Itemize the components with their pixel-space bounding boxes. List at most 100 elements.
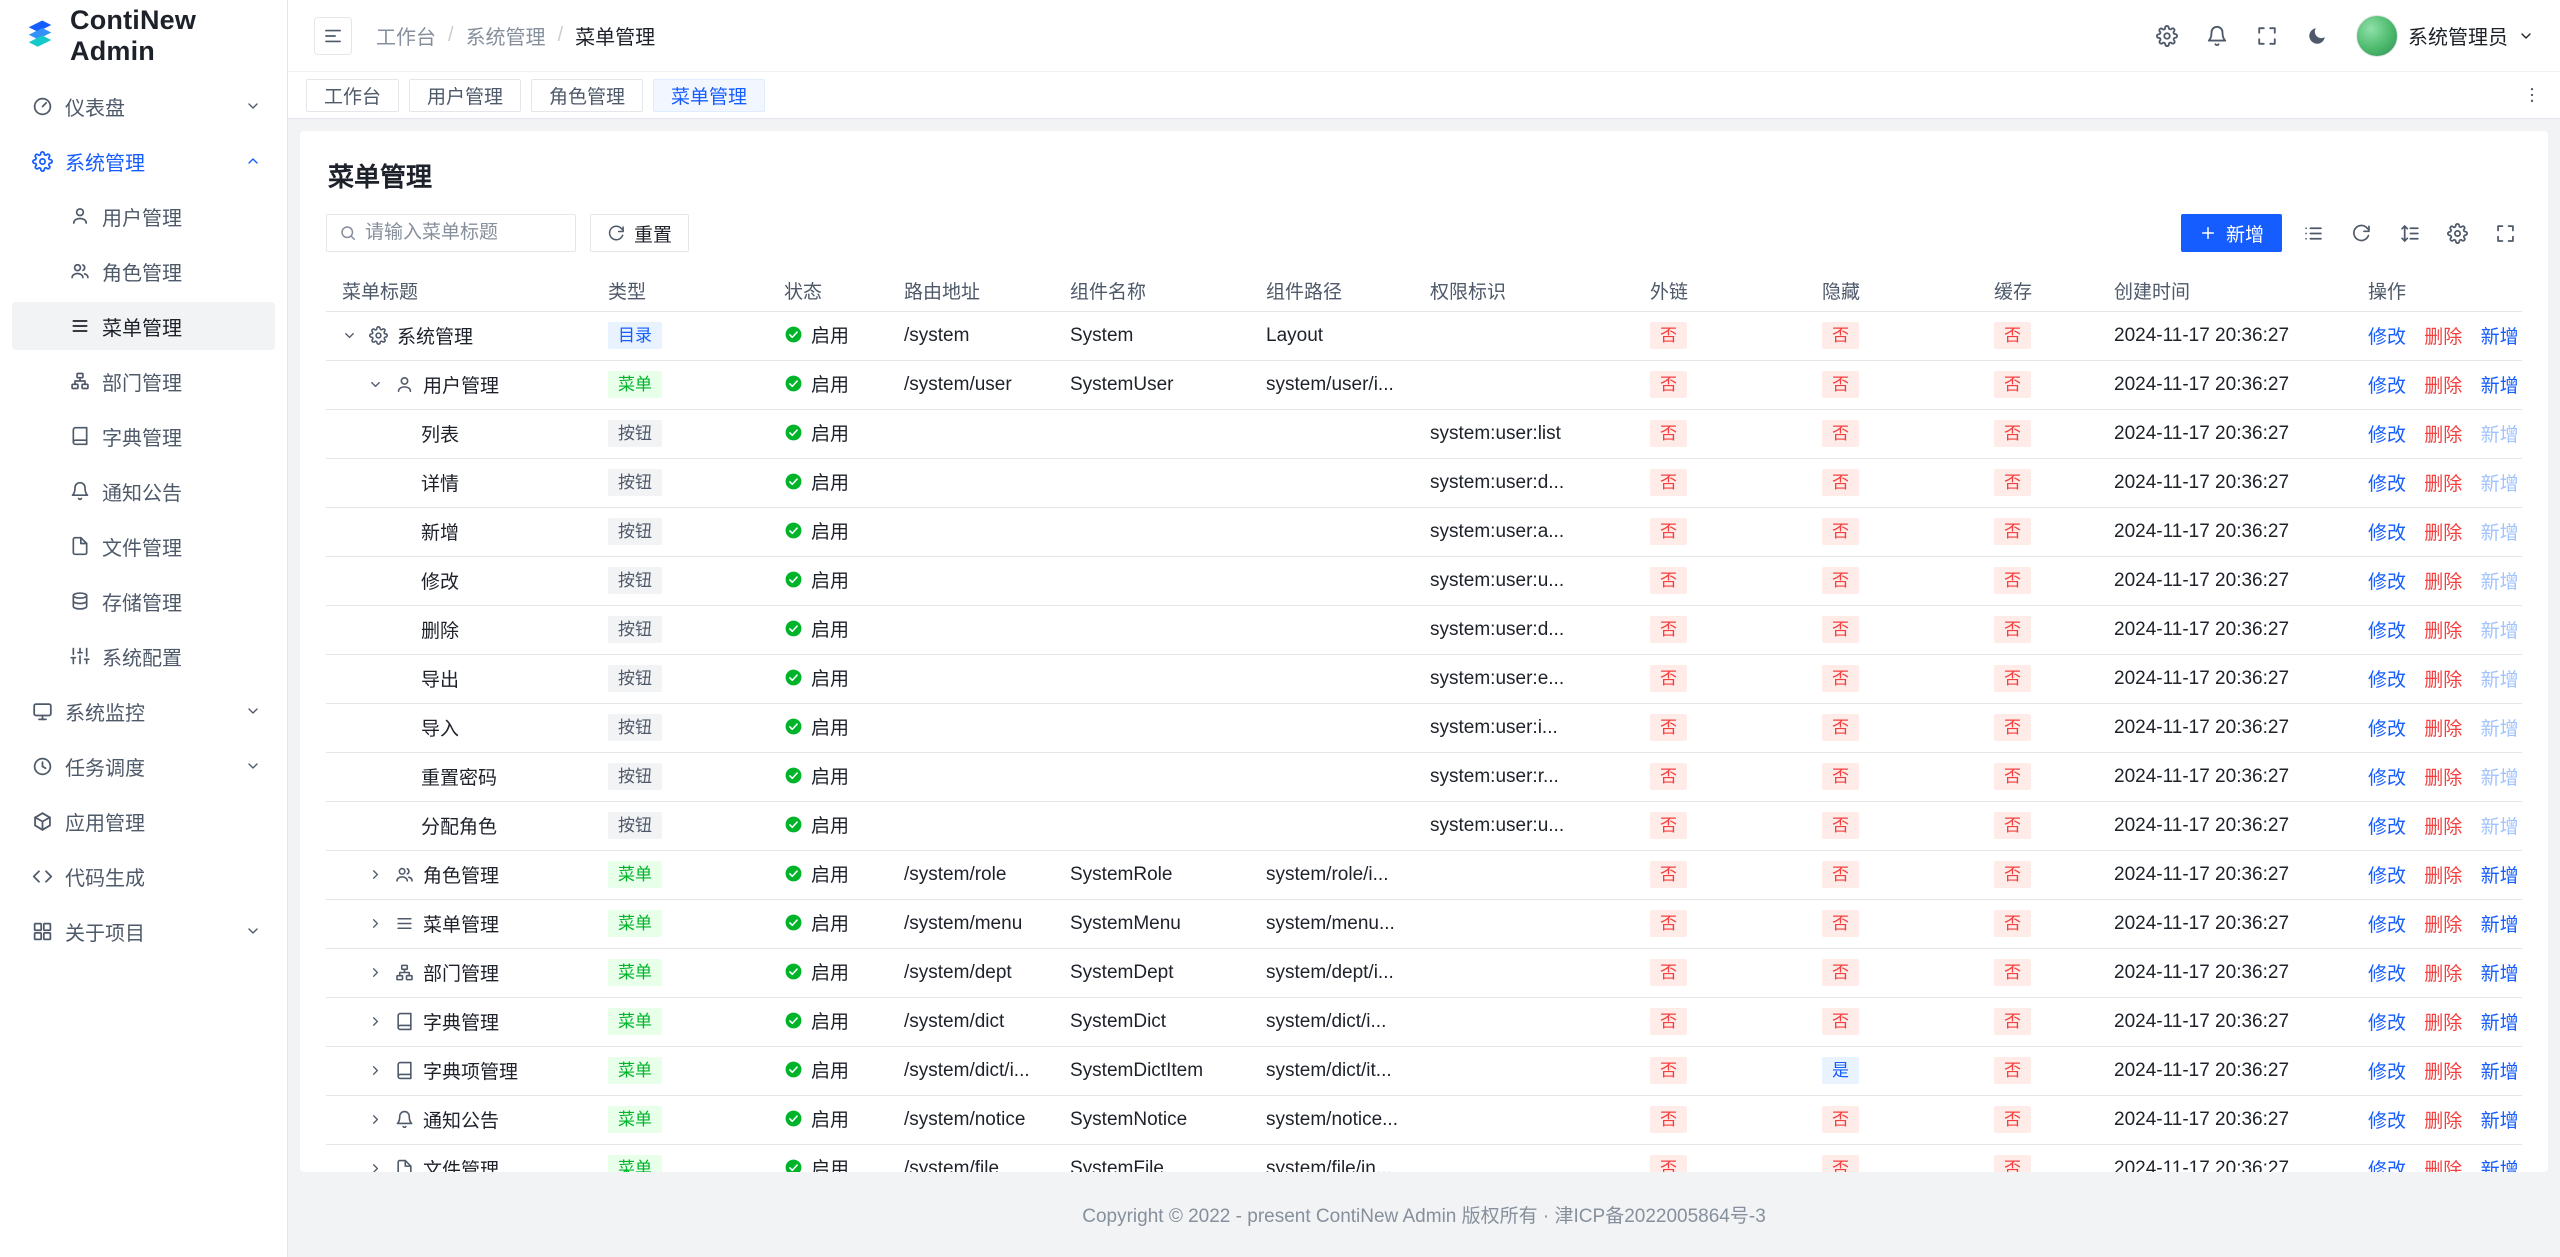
edit-link[interactable]: 修改: [2368, 327, 2406, 348]
sidebar-subitem-dict[interactable]: 字典管理: [12, 412, 275, 460]
delete-link[interactable]: 删除: [2424, 523, 2462, 544]
yes-no-badge: 否: [1650, 322, 1687, 349]
fullscreen-button[interactable]: [2256, 25, 2278, 47]
list-view-button[interactable]: [2296, 216, 2330, 250]
row-height-button[interactable]: [2392, 216, 2426, 250]
delete-link[interactable]: 删除: [2424, 817, 2462, 838]
reset-button[interactable]: 重置: [590, 214, 689, 252]
add-link[interactable]: 新增: [2481, 866, 2519, 887]
delete-link[interactable]: 删除: [2424, 572, 2462, 593]
sidebar-item-dashboard[interactable]: 仪表盘: [12, 82, 275, 130]
edit-link[interactable]: 修改: [2368, 1013, 2406, 1034]
delete-link[interactable]: 删除: [2424, 327, 2462, 348]
sidebar-item-codegen[interactable]: 代码生成: [12, 852, 275, 900]
add-link[interactable]: 新增: [2481, 376, 2519, 397]
sidebar-subitem-notice[interactable]: 通知公告: [12, 467, 275, 515]
edit-link[interactable]: 修改: [2368, 1111, 2406, 1132]
delete-link[interactable]: 删除: [2424, 621, 2462, 642]
add-link[interactable]: 新增: [2481, 1111, 2519, 1132]
yes-no-badge: 否: [1994, 567, 2031, 594]
sidebar-item-monitor[interactable]: 系统监控: [12, 687, 275, 735]
column-settings-button[interactable]: [2440, 216, 2474, 250]
table-fullscreen-button[interactable]: [2488, 216, 2522, 250]
breadcrumb-item[interactable]: 菜单管理: [575, 21, 655, 50]
edit-link[interactable]: 修改: [2368, 1160, 2406, 1172]
menu-item-icon: [369, 326, 388, 345]
bell-icon: [2206, 25, 2228, 47]
sidebar-item-app[interactable]: 应用管理: [12, 797, 275, 845]
sidebar-subitem-file[interactable]: 文件管理: [12, 522, 275, 570]
route-cell: /system/dict/i...: [888, 1046, 1054, 1095]
sidebar-item-schedule[interactable]: 任务调度: [12, 742, 275, 790]
edit-link[interactable]: 修改: [2368, 376, 2406, 397]
edit-link[interactable]: 修改: [2368, 915, 2406, 936]
row-expander-icon[interactable]: [368, 916, 395, 931]
delete-link[interactable]: 删除: [2424, 719, 2462, 740]
sidebar-subitem-menu[interactable]: 菜单管理: [12, 302, 275, 350]
row-expander-icon[interactable]: [342, 328, 369, 343]
edit-link[interactable]: 修改: [2368, 670, 2406, 691]
search-input[interactable]: [365, 222, 563, 244]
breadcrumb-item[interactable]: 系统管理: [466, 21, 546, 50]
add-link[interactable]: 新增: [2481, 1160, 2519, 1172]
delete-link[interactable]: 删除: [2424, 376, 2462, 397]
edit-link[interactable]: 修改: [2368, 621, 2406, 642]
add-link[interactable]: 新增: [2481, 915, 2519, 936]
settings-icon-button[interactable]: [2156, 25, 2178, 47]
edit-link[interactable]: 修改: [2368, 1062, 2406, 1083]
sidebar-subitem-user[interactable]: 用户管理: [12, 192, 275, 240]
sidebar-subitem-dept[interactable]: 部门管理: [12, 357, 275, 405]
edit-link[interactable]: 修改: [2368, 523, 2406, 544]
add-link[interactable]: 新增: [2481, 964, 2519, 985]
delete-link[interactable]: 删除: [2424, 964, 2462, 985]
row-expander-icon[interactable]: [368, 965, 395, 980]
sidebar-collapse-button[interactable]: [314, 17, 352, 55]
edit-link[interactable]: 修改: [2368, 719, 2406, 740]
dark-mode-moon-button[interactable]: [2306, 25, 2328, 47]
add-link[interactable]: 新增: [2481, 327, 2519, 348]
delete-link[interactable]: 删除: [2424, 1013, 2462, 1034]
sidebar-subitem-role[interactable]: 角色管理: [12, 247, 275, 295]
row-expander-icon[interactable]: [368, 1014, 395, 1029]
tab-user[interactable]: 用户管理: [409, 79, 521, 112]
type-badge: 菜单: [608, 1057, 662, 1084]
user-menu[interactable]: 系统管理员: [2356, 15, 2534, 57]
table-refresh-button[interactable]: [2344, 216, 2378, 250]
row-expander-icon[interactable]: [368, 1112, 395, 1127]
breadcrumb-item[interactable]: 工作台: [376, 21, 436, 50]
row-expander-icon[interactable]: [368, 867, 395, 882]
notifications-bell-button[interactable]: [2206, 25, 2228, 47]
tab-more-button[interactable]: [2522, 85, 2542, 105]
delete-link[interactable]: 删除: [2424, 425, 2462, 446]
edit-link[interactable]: 修改: [2368, 817, 2406, 838]
edit-link[interactable]: 修改: [2368, 768, 2406, 789]
edit-link[interactable]: 修改: [2368, 425, 2406, 446]
yes-no-badge: 否: [1822, 322, 1859, 349]
delete-link[interactable]: 删除: [2424, 1111, 2462, 1132]
tab-menu[interactable]: 菜单管理: [653, 79, 765, 112]
sidebar-item-about[interactable]: 关于项目: [12, 907, 275, 955]
delete-link[interactable]: 删除: [2424, 1160, 2462, 1172]
row-expander-icon[interactable]: [368, 377, 395, 392]
delete-link[interactable]: 删除: [2424, 915, 2462, 936]
edit-link[interactable]: 修改: [2368, 474, 2406, 495]
delete-link[interactable]: 删除: [2424, 670, 2462, 691]
row-expander-icon[interactable]: [368, 1063, 395, 1078]
add-link[interactable]: 新增: [2481, 1062, 2519, 1083]
sidebar-item-system[interactable]: 系统管理: [12, 137, 275, 185]
route-cell: /system: [888, 311, 1054, 360]
edit-link[interactable]: 修改: [2368, 572, 2406, 593]
delete-link[interactable]: 删除: [2424, 474, 2462, 495]
add-button[interactable]: 新增: [2181, 214, 2282, 252]
add-link[interactable]: 新增: [2481, 1013, 2519, 1034]
tab-role[interactable]: 角色管理: [531, 79, 643, 112]
row-expander-icon[interactable]: [368, 1161, 395, 1172]
sidebar-subitem-config[interactable]: 系统配置: [12, 632, 275, 680]
sidebar-subitem-storage[interactable]: 存储管理: [12, 577, 275, 625]
delete-link[interactable]: 删除: [2424, 1062, 2462, 1083]
delete-link[interactable]: 删除: [2424, 768, 2462, 789]
edit-link[interactable]: 修改: [2368, 964, 2406, 985]
delete-link[interactable]: 删除: [2424, 866, 2462, 887]
edit-link[interactable]: 修改: [2368, 866, 2406, 887]
tab-workbench[interactable]: 工作台: [306, 79, 399, 112]
